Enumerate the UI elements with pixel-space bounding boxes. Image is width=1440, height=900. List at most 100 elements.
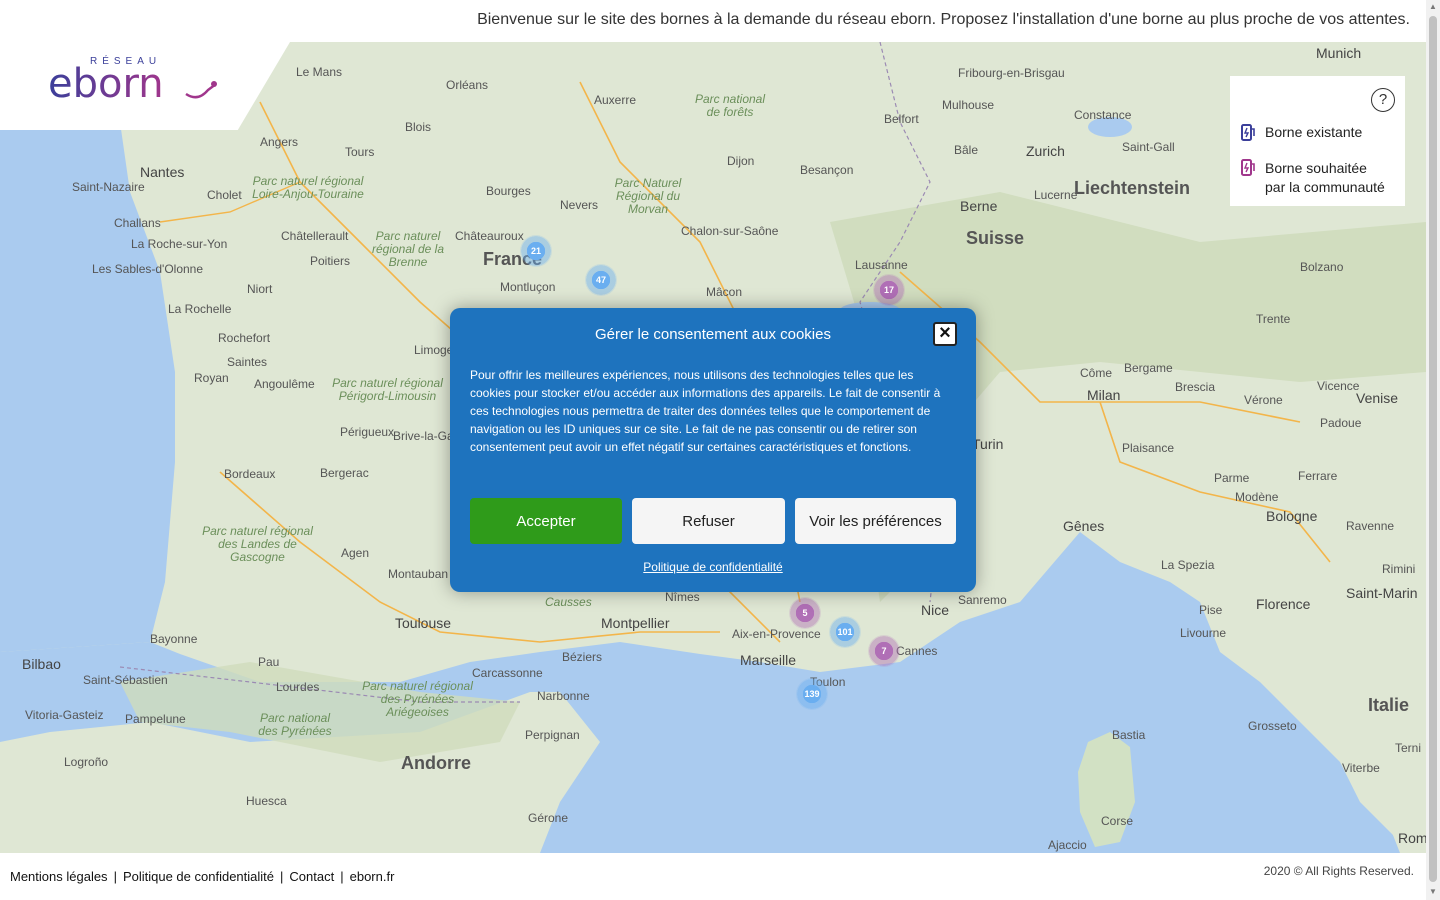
cluster-marker[interactable]: 139 (796, 678, 828, 710)
logo-wordmark: eborn (48, 61, 164, 107)
map-label: Plaisance (1122, 441, 1175, 455)
map-label: Bolzano (1300, 260, 1344, 274)
map-label: Niort (247, 282, 273, 296)
map-label: Andorre (401, 753, 472, 773)
cluster-marker[interactable]: 101 (829, 616, 861, 648)
question-circle-icon[interactable]: ? (1371, 88, 1395, 112)
welcome-message: Bienvenue sur le site des bornes à la de… (477, 11, 1410, 28)
map-label: Fribourg-en-Brisgau (958, 66, 1065, 80)
map-label: Poitiers (310, 254, 351, 268)
map-label: Narbonne (537, 689, 590, 703)
footer-link-privacy[interactable]: Politique de confidentialité (123, 869, 274, 884)
map-label: Corse (1101, 814, 1134, 828)
map-label: Munich (1316, 45, 1362, 61)
map-label: Ajaccio (1048, 838, 1087, 852)
modal-title: Gérer le consentement aux cookies (595, 326, 831, 343)
map-label: Pau (258, 655, 280, 669)
privacy-policy-link[interactable]: Politique de confidentialité (450, 560, 976, 574)
cluster-marker[interactable]: 5 (789, 597, 821, 629)
map-label: Les Sables-d'Olonne (92, 262, 204, 276)
preferences-button[interactable]: Voir les préférences (795, 498, 956, 544)
map-label: Belfort (884, 112, 919, 126)
close-icon[interactable]: × (933, 322, 957, 346)
modal-body: Pour offrir les meilleures expériences, … (470, 368, 941, 454)
map-label: Trente (1256, 312, 1291, 326)
map-label: Berne (960, 198, 998, 214)
legend-label: par la communauté (1265, 179, 1385, 195)
scroll-up-icon[interactable]: ▲ (1429, 3, 1437, 11)
map-label: Bastia (1112, 728, 1146, 742)
map-label: Pise (1199, 603, 1223, 617)
cluster-marker[interactable]: 17 (873, 274, 905, 306)
map-label: Terni (1395, 741, 1422, 755)
cluster-marker[interactable]: 21 (520, 235, 552, 267)
footer-link-legal[interactable]: Mentions légales (10, 869, 108, 884)
map-label: Logroño (64, 755, 109, 769)
eborn-logo[interactable]: RÉSEAU eborn (48, 52, 223, 112)
map-legend: ? Borne existante Borne souhaitée par la… (1230, 76, 1405, 206)
map-label: Sanremo (958, 593, 1007, 607)
map-label: Le Mans (296, 65, 343, 79)
map-label: Montauban (388, 567, 449, 581)
map-label: Saintes (227, 355, 268, 369)
map-label: Constance (1074, 108, 1132, 122)
map-label: Toulouse (395, 615, 452, 631)
map-park-label: Parc naturel régional de la Brenne (371, 229, 445, 269)
map-label: Châteauroux (455, 229, 524, 243)
copyright: 2020 © All Rights Reserved. (1263, 864, 1414, 878)
cluster-marker[interactable]: 7 (868, 635, 900, 667)
map-label: Saint-Marin (1346, 585, 1418, 601)
map-label: Saint-Nazaire (72, 180, 145, 194)
cluster-marker[interactable]: 47 (585, 264, 617, 296)
map-label: Angoulême (254, 377, 315, 391)
map-label: Lausanne (855, 258, 908, 272)
map-label: Bergame (1124, 361, 1173, 375)
map-label: La Spezia (1161, 558, 1215, 572)
map-label: Lucerne (1034, 188, 1078, 202)
map-label: Turin (972, 436, 1004, 452)
map-label: Liechtenstein (1074, 178, 1191, 198)
map-label: Montluçon (500, 280, 556, 294)
map-label: Vicence (1317, 379, 1360, 393)
cookie-consent-modal: Gérer le consentement aux cookies × Pour… (450, 308, 976, 592)
map-label: Grosseto (1248, 719, 1297, 733)
map-label: Ferrare (1298, 469, 1338, 483)
scroll-thumb[interactable] (1429, 16, 1437, 882)
scroll-down-icon[interactable]: ▼ (1429, 888, 1437, 896)
refuse-button[interactable]: Refuser (632, 498, 785, 544)
map-label: Gênes (1063, 518, 1105, 534)
map-park-label: Parc naturel régional des Landes de Gasc… (202, 524, 313, 564)
footer-separator: | (280, 869, 284, 884)
map-label: Bilbao (22, 656, 61, 672)
map-label: Bâle (954, 143, 979, 157)
map-label: Florence (1256, 596, 1311, 612)
map-label: Bordeaux (224, 467, 276, 481)
map-label: Bourges (486, 184, 531, 198)
map-label: Italie (1368, 695, 1410, 715)
map-label: La Rochelle (168, 302, 232, 316)
map-label: Lourdes (276, 680, 320, 694)
footer-link-contact[interactable]: Contact (289, 869, 334, 884)
map-label: Auxerre (594, 93, 637, 107)
map-label: Côme (1080, 366, 1113, 380)
page-scrollbar[interactable]: ▲ ▼ (1426, 0, 1440, 900)
map-label: Nevers (560, 198, 599, 212)
map-label: Perpignan (525, 728, 580, 742)
map-label: Milan (1087, 387, 1121, 403)
footer: Mentions légales | Politique de confidenti… (0, 853, 1426, 900)
footer-link-eborn[interactable]: eborn.fr (350, 869, 395, 884)
map-label: Gérone (528, 811, 569, 825)
map-label: Venise (1356, 390, 1399, 406)
accept-button[interactable]: Accepter (470, 498, 622, 544)
map-label: Angers (260, 135, 299, 149)
map-label: Ravenne (1346, 519, 1395, 533)
map-label: Vérone (1244, 393, 1283, 407)
map-park-label: Parc naturel régional Loire-Anjou-Tourai… (252, 174, 364, 201)
map-label: Challans (114, 216, 161, 230)
footer-separator: | (340, 869, 344, 884)
map-park-label: Parc naturel régional Périgord-Limousin (332, 376, 443, 403)
map-label: Périgueux (340, 425, 395, 439)
map-label: Châtellerault (281, 229, 349, 243)
top-bar: Bienvenue sur le site des bornes à la de… (0, 0, 1426, 42)
legend-label: Borne souhaitée (1265, 160, 1367, 176)
